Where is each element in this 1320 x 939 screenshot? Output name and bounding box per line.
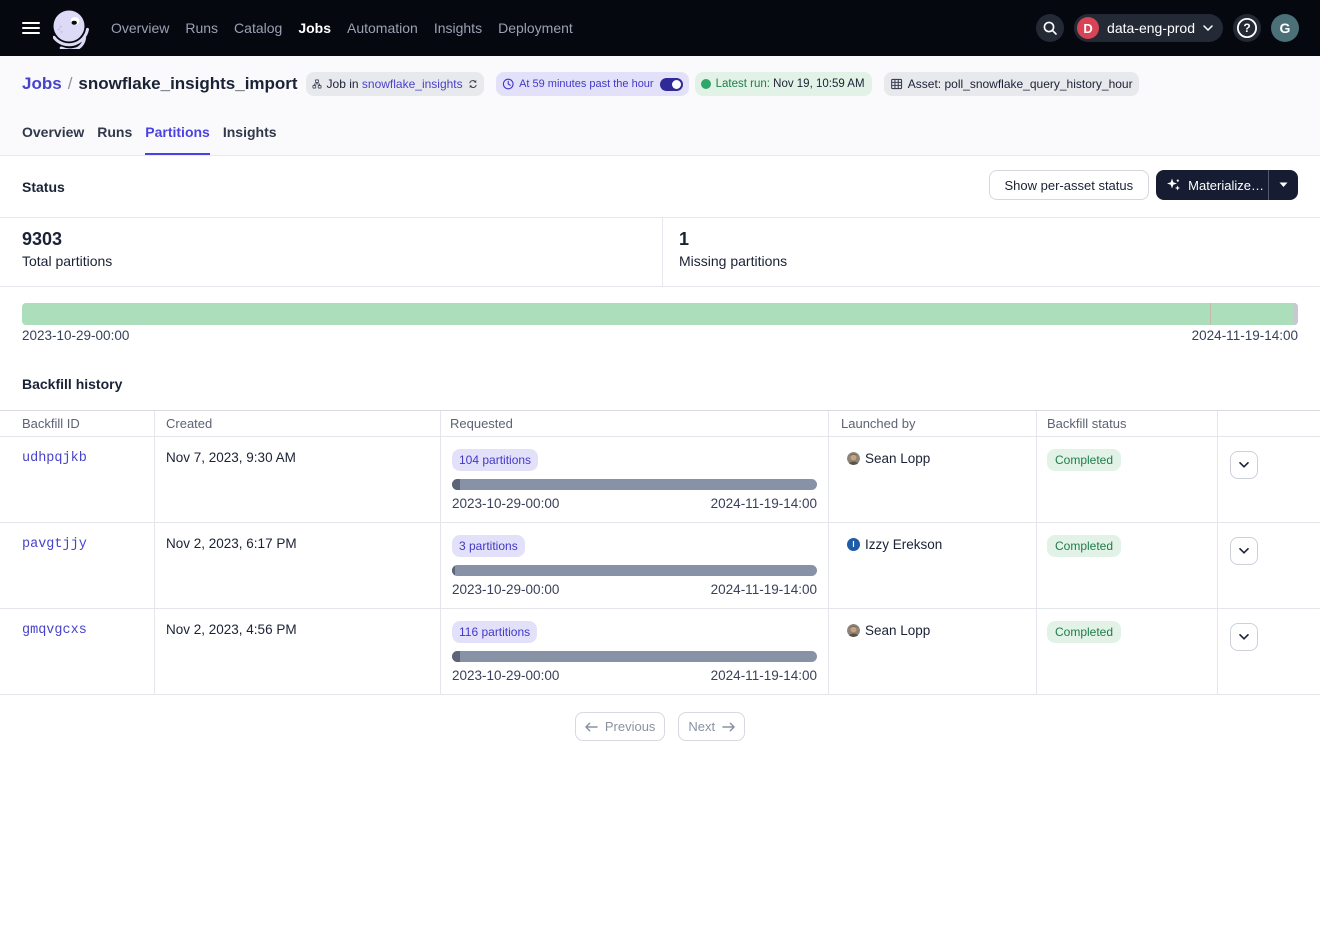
svg-text:?: ? xyxy=(1243,21,1250,35)
